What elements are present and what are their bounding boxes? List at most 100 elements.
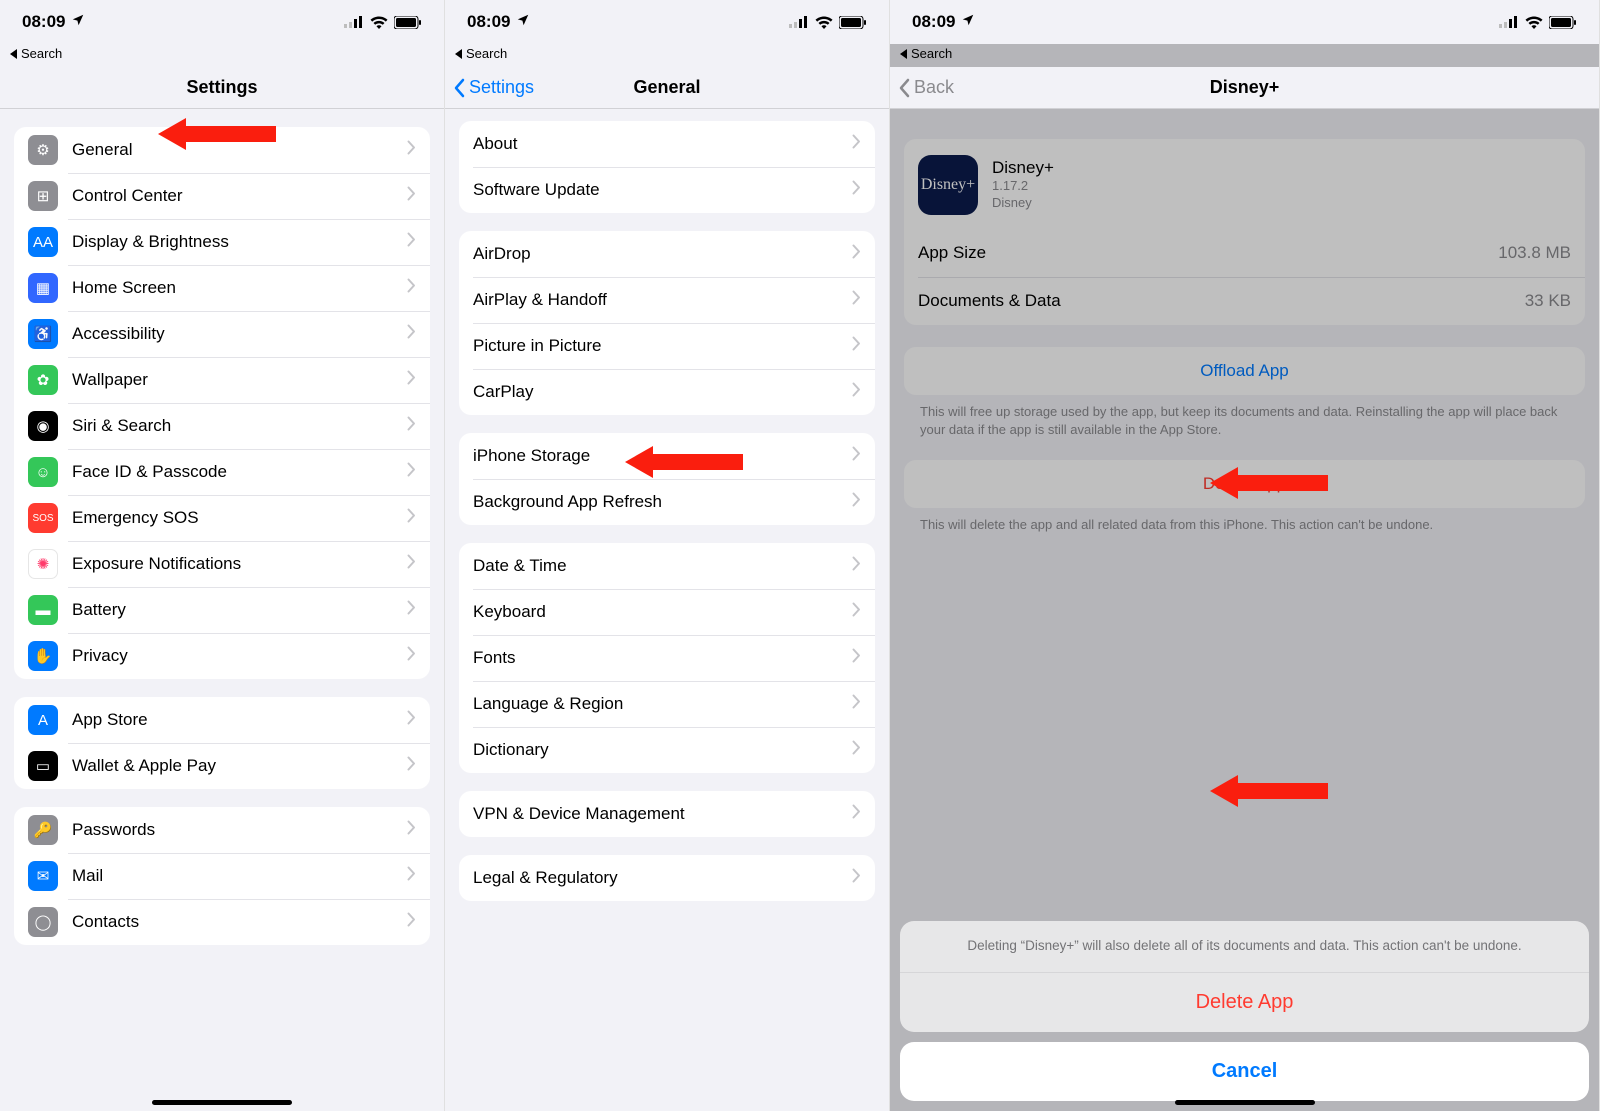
row-label: iPhone Storage [473, 434, 852, 478]
chevron-right-icon [407, 646, 416, 666]
general-row-airdrop[interactable]: AirDrop [459, 231, 875, 277]
row-label: Siri & Search [72, 404, 407, 448]
battery-icon [839, 16, 867, 29]
row-label: Keyboard [473, 590, 852, 634]
settings-row-control-center[interactable]: ⊞Control Center [14, 173, 430, 219]
nav-bar: Settings General [445, 67, 889, 109]
general-row-fonts[interactable]: Fonts [459, 635, 875, 681]
general-row-airplay-handoff[interactable]: AirPlay & Handoff [459, 277, 875, 323]
chevron-right-icon [852, 694, 861, 714]
sheet-cancel-button[interactable]: Cancel [900, 1042, 1589, 1101]
settings-row-wallpaper[interactable]: ✿Wallpaper [14, 357, 430, 403]
accessibility-icon: ♿ [28, 319, 58, 349]
location-icon [516, 12, 530, 32]
chevron-right-icon [852, 180, 861, 200]
general-row-about[interactable]: About [459, 121, 875, 167]
chevron-left-icon [453, 78, 465, 98]
row-label: Picture in Picture [473, 324, 852, 368]
breadcrumb-back-search[interactable]: Search [890, 44, 1599, 67]
chevron-left-icon [898, 78, 910, 98]
chevron-right-icon [852, 648, 861, 668]
row-label: Accessibility [72, 312, 407, 356]
general-row-bg-refresh[interactable]: Background App Refresh [459, 479, 875, 525]
settings-row-contacts[interactable]: ◯ Contacts [14, 899, 430, 945]
status-icons [1499, 16, 1577, 29]
settings-row-battery[interactable]: ▬Battery [14, 587, 430, 633]
chevron-right-icon [852, 602, 861, 622]
app-store-icon: A [28, 705, 58, 735]
chevron-right-icon [407, 232, 416, 252]
row-label: Emergency SOS [72, 496, 407, 540]
sheet-message: Deleting “Disney+” will also delete all … [900, 921, 1589, 972]
settings-row-exposure[interactable]: ✺Exposure Notifications [14, 541, 430, 587]
general-row-pip[interactable]: Picture in Picture [459, 323, 875, 369]
home-screen-icon: ▦ [28, 273, 58, 303]
general-row-carplay[interactable]: CarPlay [459, 369, 875, 415]
chevron-right-icon [407, 140, 416, 160]
row-label: Language & Region [473, 682, 852, 726]
general-row-vpn-device[interactable]: VPN & Device Management [459, 791, 875, 837]
delete-helper: This will delete the app and all related… [904, 508, 1585, 534]
screenshot-settings-root: 08:09 Search Settings ⚙General⊞Control C… [0, 0, 445, 1111]
chevron-right-icon [407, 756, 416, 776]
status-bar: 08:09 [445, 0, 889, 44]
home-indicator[interactable] [1175, 1100, 1315, 1105]
chevron-right-icon [852, 804, 861, 824]
general-list[interactable]: AboutSoftware Update AirDropAirPlay & Ha… [445, 109, 889, 1110]
delete-app-button[interactable]: Delete App [904, 460, 1585, 508]
chevron-right-icon [852, 868, 861, 888]
settings-row-wallet[interactable]: ▭ Wallet & Apple Pay [14, 743, 430, 789]
status-icons [789, 16, 867, 29]
row-label: General [72, 128, 407, 172]
row-label: Background App Refresh [473, 480, 852, 524]
settings-row-privacy[interactable]: ✋Privacy [14, 633, 430, 679]
row-label: Date & Time [473, 544, 852, 588]
breadcrumb-back-search[interactable]: Search [445, 44, 889, 67]
page-title: General [633, 77, 700, 98]
settings-row-passwords[interactable]: 🔑Passwords [14, 807, 430, 853]
general-row-iphone-storage[interactable]: iPhone Storage [459, 433, 875, 479]
app-name: Disney+ [992, 158, 1054, 178]
status-icons [344, 16, 422, 29]
chevron-right-icon [407, 508, 416, 528]
app-icon: Disney+ [918, 155, 978, 215]
settings-row-siri-search[interactable]: ◉ Siri & Search [14, 403, 430, 449]
home-indicator[interactable] [152, 1100, 292, 1105]
nav-back-button[interactable]: Back [898, 77, 954, 98]
settings-row-emergency-sos[interactable]: SOSEmergency SOS [14, 495, 430, 541]
settings-list[interactable]: ⚙General⊞Control CenterAADisplay & Brigh… [0, 109, 444, 1110]
settings-row-display-brightness[interactable]: AADisplay & Brightness [14, 219, 430, 265]
nav-back-button[interactable]: Settings [453, 77, 534, 98]
general-row-keyboard[interactable]: Keyboard [459, 589, 875, 635]
general-row-lang-region[interactable]: Language & Region [459, 681, 875, 727]
general-row-date-time[interactable]: Date & Time [459, 543, 875, 589]
action-sheet: Deleting “Disney+” will also delete all … [900, 921, 1589, 1101]
settings-row-home-screen[interactable]: ▦Home Screen [14, 265, 430, 311]
row-label: Wallet & Apple Pay [72, 744, 407, 788]
settings-row-app-store[interactable]: A App Store [14, 697, 430, 743]
wallet-icon: ▭ [28, 751, 58, 781]
cellular-icon [789, 16, 809, 28]
row-label: App Store [72, 698, 407, 742]
row-label: Control Center [72, 174, 407, 218]
chevron-right-icon [407, 710, 416, 730]
row-label: Contacts [72, 900, 407, 944]
settings-row-accessibility[interactable]: ♿ Accessibility [14, 311, 430, 357]
siri-search-icon: ◉ [28, 411, 58, 441]
sheet-delete-button[interactable]: Delete App [900, 972, 1589, 1032]
info-row: Documents & Data33 KB [904, 277, 1585, 325]
app-vendor: Disney [992, 195, 1054, 212]
settings-row-mail[interactable]: ✉Mail [14, 853, 430, 899]
status-time: 08:09 [912, 12, 955, 32]
info-label: App Size [918, 243, 986, 263]
settings-row-general[interactable]: ⚙General [14, 127, 430, 173]
row-label: VPN & Device Management [473, 792, 852, 836]
contacts-icon: ◯ [28, 907, 58, 937]
breadcrumb-back-search[interactable]: Search [0, 44, 444, 67]
back-triangle-icon [10, 49, 17, 59]
general-row-legal[interactable]: Legal & Regulatory [459, 855, 875, 901]
offload-app-button[interactable]: Offload App [904, 347, 1585, 395]
settings-row-faceid[interactable]: ☺Face ID & Passcode [14, 449, 430, 495]
general-row-software-update[interactable]: Software Update [459, 167, 875, 213]
general-row-dictionary[interactable]: Dictionary [459, 727, 875, 773]
